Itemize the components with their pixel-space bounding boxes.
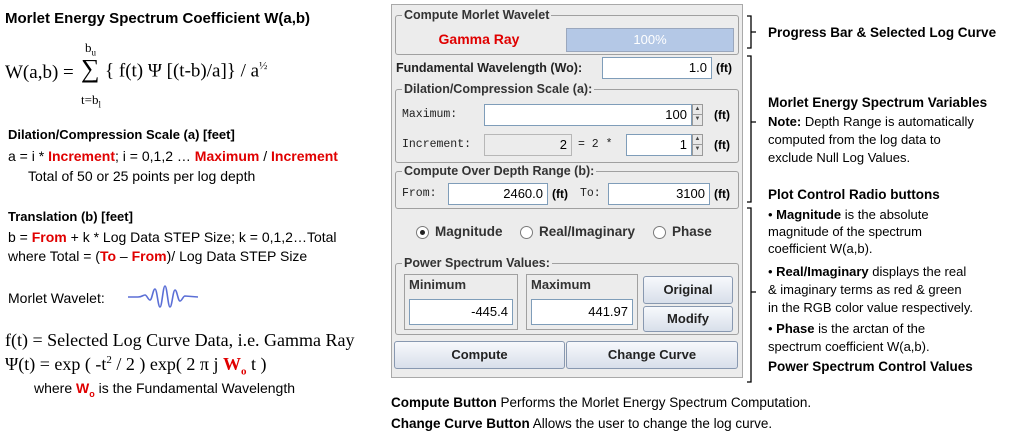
phase-note-line: spectrum coefficient W(a,b). (768, 339, 930, 354)
increment-input[interactable]: 1 (626, 134, 692, 156)
real-imaginary-note-line: in the RGB color value respectively. (768, 300, 973, 315)
unit-ft: (ft) (716, 61, 732, 75)
translation-formula: b = From + k * Log Data STEP Size; k = 0… (8, 229, 337, 245)
minimum-input[interactable]: -445.4 (409, 299, 513, 325)
dilation-group: Dilation/Compression Scale (a): Maximum:… (395, 82, 739, 163)
doc-title: Morlet Energy Spectrum Coefficient W(a,b… (5, 10, 311, 27)
depth-range-group: Compute Over Depth Range (b): From: 2460… (395, 164, 739, 209)
progress-bar: 100% (566, 28, 734, 52)
unit-ft: (ft) (552, 187, 568, 201)
fundamental-wavelength-input[interactable]: 1.0 (602, 57, 712, 79)
depth-range-note: Note: Depth Range is automatically (768, 114, 974, 129)
power-spectrum-group: Power Spectrum Values: Minimum -445.4 Ma… (395, 256, 739, 335)
minimum-label: Minimum (409, 277, 467, 292)
dilation-heading: Dilation/Compression Scale (a) [feet] (8, 127, 235, 142)
progress-note-heading: Progress Bar & Selected Log Curve (768, 25, 997, 40)
real-imaginary-note: • Real/Imaginary displays the real (768, 264, 967, 279)
original-button[interactable]: Original (643, 276, 733, 304)
dilation-total: Total of 50 or 25 points per log depth (28, 168, 256, 184)
to-input[interactable]: 3100 (608, 183, 710, 205)
dilation-formula: a = i * Increment; i = 0,1,2 … Maximum /… (8, 148, 338, 164)
compute-button-note: Compute Button Performs the Morlet Energ… (391, 395, 812, 410)
power-spectrum-note-heading: Power Spectrum Control Values (768, 359, 973, 374)
real-imaginary-radio[interactable] (520, 226, 533, 239)
wo-definition: where Wo is the Fundamental Wavelength (34, 380, 296, 399)
increment-spinner[interactable]: ▲ ▼ (692, 134, 703, 156)
real-imaginary-radio-label[interactable]: Real/Imaginary (539, 224, 635, 239)
phase-radio-label[interactable]: Phase (672, 224, 712, 239)
magnitude-radio-label[interactable]: Magnitude (435, 224, 503, 239)
depth-range-note-line: computed from the log data to (768, 132, 941, 147)
increment-computed-field: 2 (484, 134, 572, 156)
compute-button[interactable]: Compute (394, 341, 565, 369)
psi-definition: Ψ(t) = exp ( -t2 / 2 ) exp( 2 π j Wo t ) (5, 354, 267, 378)
variables-note-heading: Morlet Energy Spectrum Variables (768, 95, 988, 110)
maximum-spinner[interactable]: ▲ ▼ (692, 104, 703, 126)
from-label: From: (402, 187, 437, 200)
morlet-wavelet-label: Morlet Wavelet: (8, 290, 105, 306)
magnitude-note-line: coefficient W(a,b). (768, 241, 873, 256)
magnitude-radio[interactable] (416, 226, 429, 239)
from-input[interactable]: 2460.0 (448, 183, 548, 205)
increment-label: Increment: (402, 138, 472, 151)
morlet-formula: W(a,b) = ∑ bu t=bl { f(t) Ψ [(t-b)/a]} /… (5, 40, 268, 110)
magnitude-note-line: magnitude of the spectrum (768, 224, 922, 239)
change-curve-button-note: Change Curve Button Allows the user to c… (391, 416, 773, 431)
phase-note: • Phase is the arctan of the (768, 321, 926, 336)
phase-radio[interactable] (653, 226, 666, 239)
sum-symbol: ∑ (81, 54, 100, 83)
f-definition: f(t) = Selected Log Curve Data, i.e. Gam… (5, 330, 355, 350)
unit-ft: (ft) (714, 187, 730, 201)
selected-curve-label: Gamma Ray (438, 31, 520, 47)
progress-text: 100% (633, 32, 667, 47)
minimum-box: Minimum -445.4 (404, 274, 518, 330)
maximum-input[interactable]: 100 (484, 104, 692, 126)
spinner-up-icon[interactable]: ▲ (693, 105, 702, 115)
to-label: To: (580, 187, 601, 200)
radio-note-heading: Plot Control Radio buttons (768, 187, 940, 202)
maximum-label: Maximum: (402, 108, 458, 121)
fundamental-wavelength-label: Fundamental Wavelength (Wo): (396, 61, 583, 75)
translation-heading: Translation (b) [feet] (8, 209, 133, 224)
unit-ft: (ft) (714, 108, 730, 122)
morlet-dialog: Compute Morlet Wavelet Gamma Ray 100% Fu… (391, 4, 743, 378)
modify-button[interactable]: Modify (643, 306, 733, 332)
depth-range-note-line: exclude Null Log Values. (768, 150, 911, 165)
maximum-power-label: Maximum (531, 277, 591, 292)
compute-morlet-group: Compute Morlet Wavelet Gamma Ray 100% (395, 8, 739, 55)
spinner-down-icon[interactable]: ▼ (693, 145, 702, 155)
magnitude-note: • Magnitude is the absolute (768, 207, 929, 222)
morlet-wavelet-glyph (128, 285, 198, 308)
unit-ft: (ft) (714, 138, 730, 152)
annotation-brackets (747, 15, 756, 383)
change-curve-button[interactable]: Change Curve (566, 341, 738, 369)
real-imaginary-note-line: & imaginary terms as red & green (768, 282, 962, 297)
maximum-power-input[interactable]: 441.97 (531, 299, 633, 325)
increment-equation: = 2 * (578, 138, 613, 151)
spinner-down-icon[interactable]: ▼ (693, 115, 702, 125)
maximum-box: Maximum 441.97 (526, 274, 638, 330)
spinner-up-icon[interactable]: ▲ (693, 135, 702, 145)
translation-total: where Total = (To – From)/ Log Data STEP… (8, 248, 308, 264)
